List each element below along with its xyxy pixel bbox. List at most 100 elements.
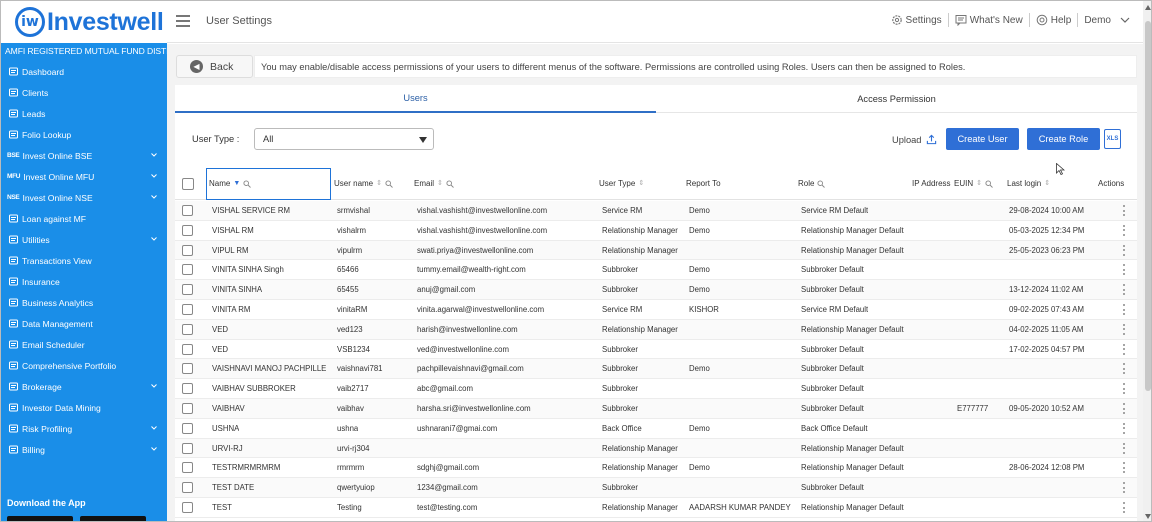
col-user-type[interactable]: User Type ⇕ [599, 179, 644, 188]
row-actions-icon[interactable] [1123, 264, 1126, 276]
row-checkbox[interactable] [182, 403, 193, 414]
settings-link[interactable]: Settings [885, 13, 949, 27]
hamburger-menu-icon[interactable] [176, 15, 190, 28]
table-row[interactable]: USHNA ushna ushnarani7@gmai.com Back Office… [175, 419, 1137, 439]
row-checkbox[interactable] [182, 442, 193, 454]
row-checkbox[interactable] [182, 244, 193, 256]
row-checkbox[interactable] [182, 422, 193, 434]
table-row[interactable]: TESTRMRMRMRM rmrmrm sdghj@gmail.com Relatio… [175, 458, 1137, 479]
row-actions-icon[interactable] [1123, 284, 1126, 296]
row-checkbox[interactable] [182, 205, 193, 216]
sidebar-item[interactable]: BSE Invest Online BSE [1, 145, 167, 166]
sidebar-item[interactable]: Clients [1, 82, 167, 103]
sort-desc-icon[interactable]: ▼ [233, 180, 240, 187]
sidebar-item[interactable]: Brokerage [1, 376, 167, 397]
select-all-checkbox[interactable] [182, 178, 194, 190]
sidebar-item[interactable]: Loan against MF [1, 208, 167, 229]
table-row[interactable]: TEST Testing test@testing.com Relationship … [175, 498, 1137, 518]
row-checkbox[interactable] [182, 462, 193, 474]
search-icon[interactable] [385, 179, 393, 188]
chevron-down-icon[interactable] [150, 445, 158, 453]
col-report-to[interactable]: Report To [686, 179, 721, 188]
table-row[interactable]: VINITA SINHA Singh 65466 tummy.email@wealt… [175, 260, 1137, 281]
sort-icon[interactable]: ⇕ [437, 180, 443, 187]
sort-icon[interactable]: ⇕ [638, 180, 644, 187]
sidebar-item[interactable]: Utilities [1, 229, 167, 250]
app-store-badge[interactable] [80, 516, 146, 521]
sidebar-item[interactable]: Data Management [1, 313, 167, 334]
row-checkbox[interactable] [182, 383, 193, 395]
row-checkbox[interactable] [182, 323, 193, 335]
table-row[interactable]: VAIBHAV SUBBROKER vaib2717 abc@gmail.com Su… [175, 379, 1137, 399]
xls-export-icon[interactable]: XLS [1104, 129, 1121, 149]
chevron-down-icon[interactable] [150, 424, 158, 432]
col-euin[interactable]: EUIN ⇕ [954, 179, 993, 188]
row-actions-icon[interactable] [1123, 422, 1126, 434]
row-actions-icon[interactable] [1123, 205, 1126, 216]
row-actions-icon[interactable] [1123, 343, 1126, 355]
col-email[interactable]: Email ⇕ [414, 179, 454, 188]
sort-icon[interactable]: ⇕ [976, 180, 982, 187]
col-name[interactable]: Name ▼ [209, 179, 252, 188]
row-actions-icon[interactable] [1123, 502, 1126, 513]
scroll-down-icon[interactable] [1145, 514, 1151, 519]
row-checkbox[interactable] [182, 284, 193, 296]
whats-new-link[interactable]: What's New [949, 13, 1030, 27]
sidebar-item[interactable]: Risk Profiling [1, 418, 167, 439]
row-checkbox[interactable] [182, 264, 193, 276]
table-row[interactable]: VIPUL RM vipulrm swati.priya@investwellonl… [175, 240, 1137, 261]
table-row[interactable]: VED ved123 harish@investwellonline.com Rela… [175, 319, 1137, 340]
user-type-select[interactable]: All [254, 128, 434, 150]
sidebar-item[interactable]: MFU Invest Online MFU [1, 166, 167, 187]
scroll-thumb[interactable] [1145, 21, 1151, 391]
row-actions-icon[interactable] [1123, 323, 1126, 335]
row-actions-icon[interactable] [1123, 224, 1126, 236]
row-checkbox[interactable] [182, 502, 193, 513]
row-checkbox[interactable] [182, 343, 193, 355]
row-checkbox[interactable] [182, 304, 193, 315]
create-user-button[interactable]: Create User [946, 128, 1019, 150]
sort-icon[interactable]: ⇕ [1044, 180, 1050, 187]
row-actions-icon[interactable] [1123, 403, 1126, 414]
sidebar-item[interactable]: Transactions View [1, 250, 167, 271]
table-row[interactable]: VINITA RM vinitaRM vinita.agarwal@investwe… [175, 300, 1137, 320]
col-username[interactable]: User name ⇕ [334, 179, 393, 188]
sidebar-item[interactable]: Business Analytics [1, 292, 167, 313]
table-row[interactable]: VISHAL RM vishalrm vishal.vashisht@investw… [175, 221, 1137, 241]
sidebar-item[interactable]: Email Scheduler [1, 334, 167, 355]
sidebar-item[interactable]: Dashboard [1, 61, 167, 82]
row-actions-icon[interactable] [1123, 462, 1126, 474]
user-menu[interactable]: Demo [1078, 13, 1143, 27]
table-row[interactable]: VED VSB1234 ved@investwellonline.com Subbro… [175, 340, 1137, 360]
sidebar-item[interactable]: Folio Lookup [1, 124, 167, 145]
chevron-down-icon[interactable] [150, 193, 158, 201]
upload-button[interactable]: Upload [892, 134, 937, 145]
row-actions-icon[interactable] [1123, 304, 1126, 315]
back-button[interactable]: ◀ Back [176, 55, 253, 78]
search-icon[interactable] [817, 179, 826, 188]
brand-logo[interactable]: iw Investwell [1, 1, 167, 43]
search-icon[interactable] [243, 179, 252, 188]
tab-access-permission[interactable]: Access Permission [656, 85, 1137, 113]
sidebar-item[interactable]: NSE Invest Online NSE [1, 187, 167, 208]
col-last-login[interactable]: Last login ⇕ [1007, 179, 1050, 188]
row-checkbox[interactable] [182, 224, 193, 236]
search-icon[interactable] [985, 179, 993, 188]
table-row[interactable]: VINITA SINHA 65455 anuj@gmail.com Subbroker… [175, 280, 1137, 300]
sidebar-item[interactable]: Comprehensive Portfolio [1, 355, 167, 376]
row-checkbox[interactable] [182, 482, 193, 494]
table-row[interactable]: VISHAL SERVICE RM srmvishal vishal.vashish… [175, 201, 1137, 221]
help-link[interactable]: Help [1030, 13, 1079, 27]
tab-users[interactable]: Users [175, 85, 656, 113]
chevron-down-icon[interactable] [150, 151, 158, 159]
create-role-button[interactable]: Create Role [1027, 128, 1100, 150]
row-actions-icon[interactable] [1123, 363, 1126, 375]
chevron-down-icon[interactable] [150, 235, 158, 243]
page-scrollbar[interactable] [1143, 1, 1151, 521]
col-role[interactable]: Role [798, 179, 826, 188]
sidebar-item[interactable]: Leads [1, 103, 167, 124]
google-play-badge[interactable] [7, 516, 73, 521]
scroll-up-icon[interactable] [1145, 5, 1151, 10]
sidebar-item[interactable]: Billing [1, 439, 167, 460]
search-icon[interactable] [446, 179, 454, 188]
